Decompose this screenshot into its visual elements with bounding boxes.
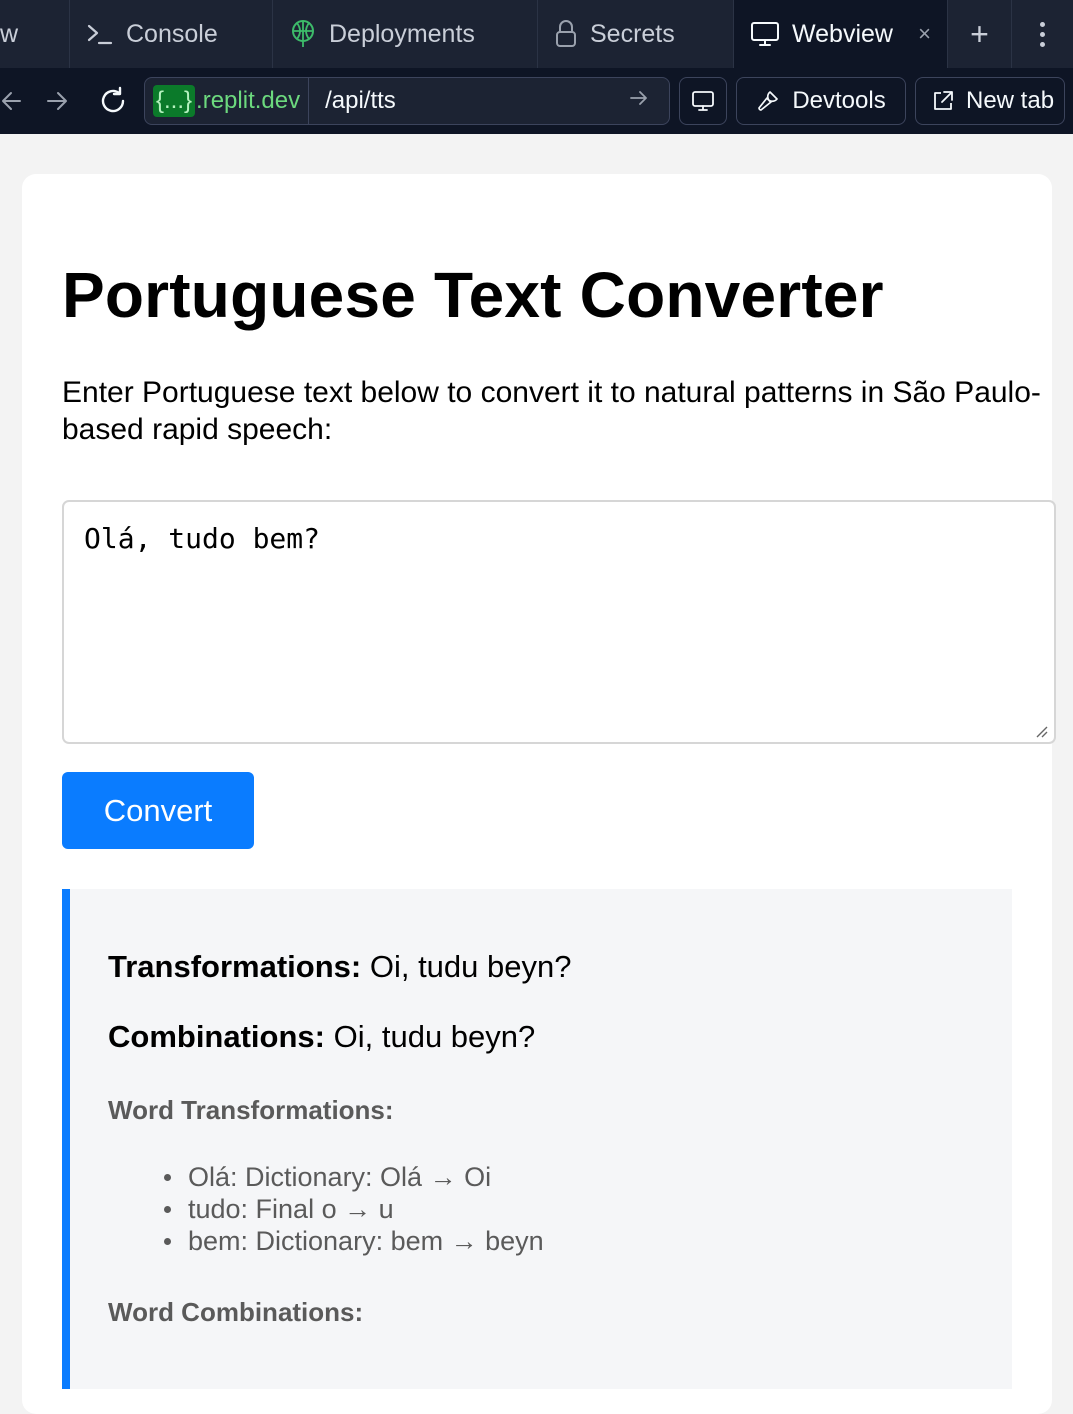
tab-console[interactable]: Console bbox=[70, 0, 273, 68]
tab-deployments[interactable]: Deployments bbox=[273, 0, 538, 68]
result-panel: Transformations: Oi, tudu beyn? Combinat… bbox=[62, 889, 1012, 1389]
combinations-line: Combinations: Oi, tudu beyn? bbox=[108, 1019, 535, 1055]
word-combinations-heading: Word Combinations: bbox=[108, 1297, 364, 1327]
forward-button[interactable] bbox=[30, 68, 86, 134]
list-item: Olá: Dictionary: Olá → Oi bbox=[108, 1161, 544, 1193]
screen-size-button[interactable] bbox=[679, 77, 727, 125]
kebab-menu-icon bbox=[1040, 21, 1045, 47]
arrow-right-icon bbox=[47, 92, 67, 110]
combinations-value: Oi, tudu beyn? bbox=[333, 1019, 536, 1054]
word-transformations-list: Olá: Dictionary: Olá → Oi tudo: Final o … bbox=[108, 1161, 544, 1257]
devtools-button[interactable]: Devtools bbox=[736, 77, 906, 125]
back-button[interactable] bbox=[0, 68, 30, 134]
page-title: Portuguese Text Converter bbox=[62, 259, 884, 331]
transformations-label: Transformations: bbox=[108, 949, 362, 984]
transformations-value: Oi, tudu beyn? bbox=[369, 949, 572, 984]
tab-console-label: Console bbox=[126, 19, 218, 48]
url-host: {...} .replit.dev bbox=[145, 78, 310, 124]
url-bar[interactable]: {...} .replit.dev /api/tts bbox=[144, 77, 670, 125]
arrow-right-icon bbox=[630, 91, 647, 105]
tab-secrets[interactable]: Secrets bbox=[538, 0, 734, 68]
combinations-label: Combinations: bbox=[108, 1019, 325, 1054]
word-transformations-heading: Word Transformations: bbox=[108, 1095, 394, 1125]
new-tab-button[interactable]: + bbox=[948, 0, 1012, 68]
tab-webview-label: Webview bbox=[792, 19, 893, 48]
input-value: Olá, tudo bem? bbox=[84, 522, 321, 555]
tab-secrets-label: Secrets bbox=[590, 19, 675, 48]
plus-icon: + bbox=[970, 15, 989, 52]
terminal-prompt-icon bbox=[87, 24, 113, 45]
tab-partial[interactable]: w bbox=[0, 0, 70, 68]
monitor-icon bbox=[751, 22, 779, 46]
lock-icon bbox=[556, 20, 576, 47]
monitor-icon bbox=[692, 91, 714, 111]
more-options-button[interactable] bbox=[1012, 0, 1073, 68]
go-button[interactable] bbox=[629, 87, 669, 115]
transformations-line: Transformations: Oi, tudu beyn? bbox=[108, 949, 571, 985]
open-new-tab-button[interactable]: New tab bbox=[915, 77, 1065, 125]
url-host-domain: .replit.dev bbox=[196, 87, 301, 114]
new-tab-label: New tab bbox=[966, 87, 1055, 114]
deployments-icon bbox=[292, 20, 314, 47]
tab-deployments-label: Deployments bbox=[329, 19, 475, 48]
url-host-prefix: {...} bbox=[153, 85, 196, 117]
reload-icon bbox=[101, 86, 125, 113]
tab-webview[interactable]: Webview × bbox=[734, 0, 948, 68]
list-item: tudo: Final o → u bbox=[108, 1193, 544, 1225]
arrow-left-icon bbox=[2, 92, 21, 110]
external-link-icon bbox=[934, 91, 953, 110]
address-toolbar: {...} .replit.dev /api/tts Devtools New t… bbox=[0, 68, 1073, 134]
list-item: bem: Dictionary: bem → beyn bbox=[108, 1225, 544, 1257]
url-path-input[interactable]: /api/tts bbox=[309, 87, 629, 115]
portuguese-text-input[interactable]: Olá, tudo bem? bbox=[62, 500, 1056, 744]
close-icon[interactable]: × bbox=[918, 21, 931, 47]
resize-handle-icon[interactable] bbox=[1034, 724, 1048, 738]
devtools-label: Devtools bbox=[792, 87, 886, 114]
tab-bar: w Console Deployments Secrets Webview × … bbox=[0, 0, 1073, 68]
convert-button[interactable]: Convert bbox=[62, 772, 254, 849]
reload-button[interactable] bbox=[86, 68, 140, 134]
wrench-icon bbox=[758, 91, 779, 111]
tab-partial-label: w bbox=[0, 19, 19, 48]
intro-text: Enter Portuguese text below to convert i… bbox=[62, 376, 1041, 446]
